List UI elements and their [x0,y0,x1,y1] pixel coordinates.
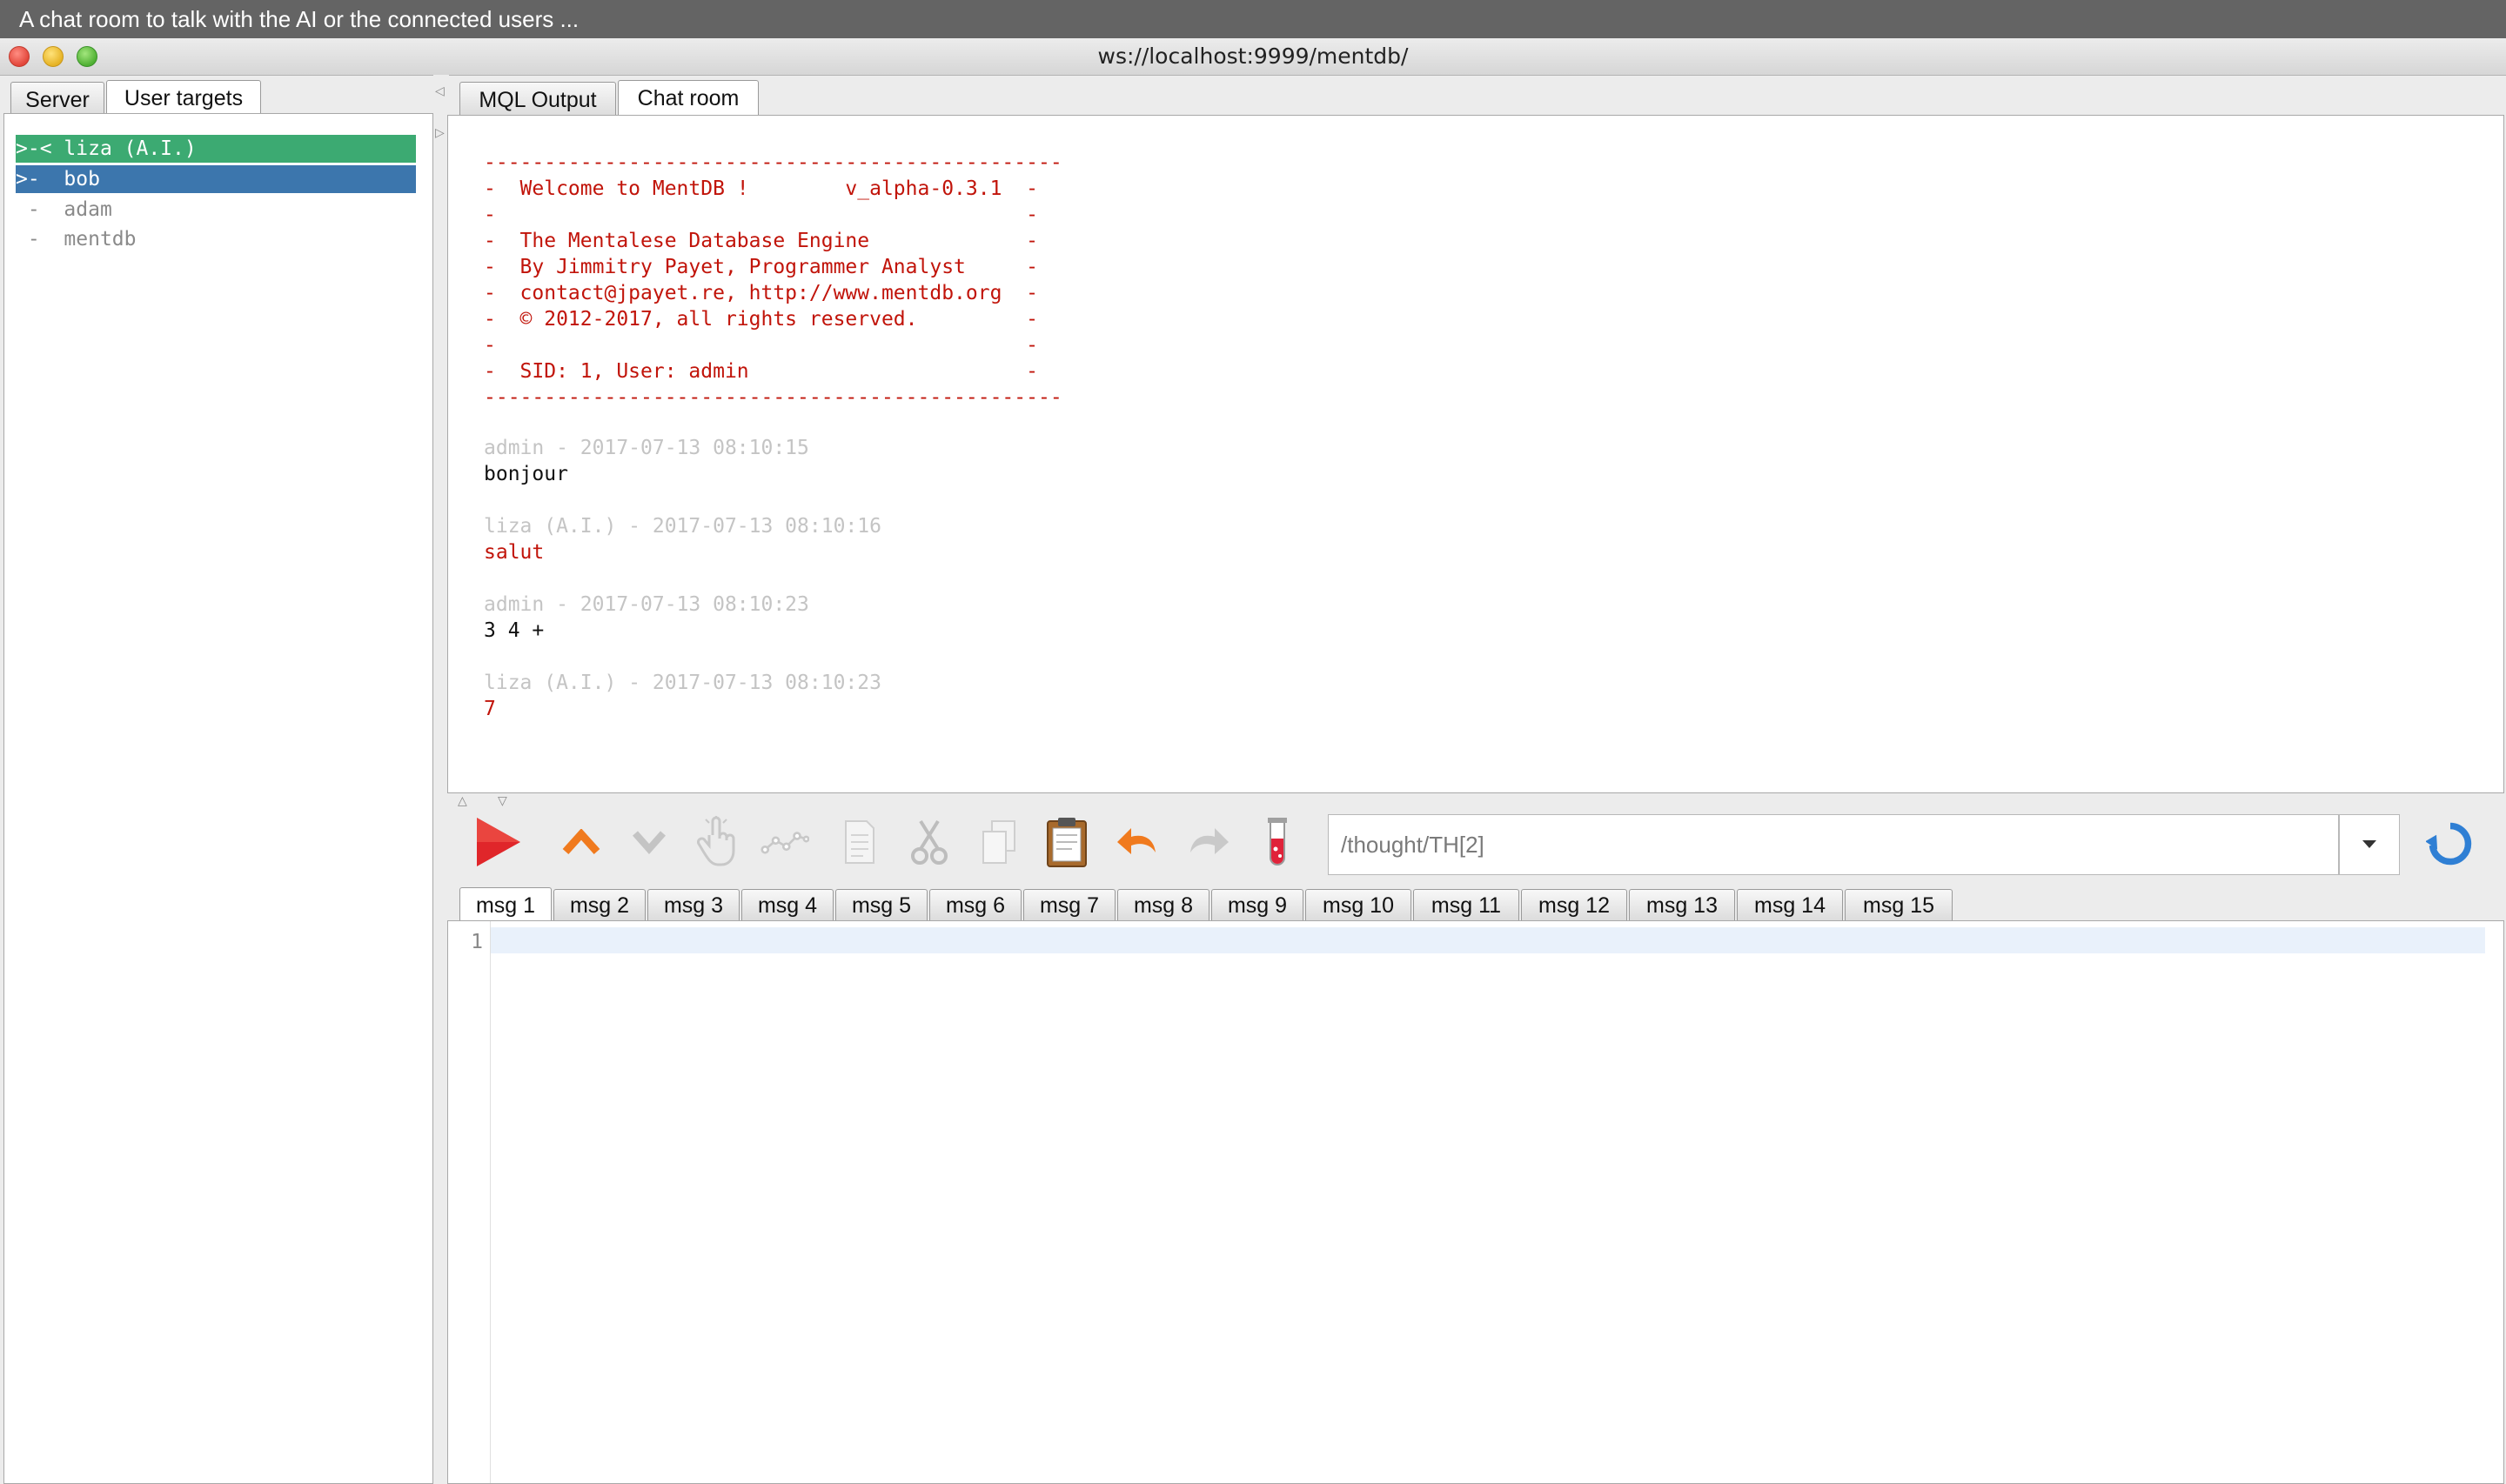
line-number: 1 [471,931,483,953]
message-meta: liza (A.I.) - 2017-07-13 08:10:16 [484,515,881,538]
tab-server[interactable]: Server [10,82,104,117]
redo-icon[interactable] [1183,818,1232,866]
tab-msg-6[interactable]: msg 6 [929,889,1022,920]
tooltip: A chat room to talk with the AI or the c… [0,0,2506,38]
message-meta: liza (A.I.) - 2017-07-13 08:10:23 [484,672,881,694]
collapse-left-arrow-icon[interactable]: ◁ [435,84,445,98]
expand-down-arrow-icon[interactable]: ▽ [498,793,507,808]
banner-line: ----------------------------------------… [484,151,1062,174]
user-name: adam [64,198,112,221]
banner-line: - - [484,334,1038,357]
move-down-icon[interactable] [625,818,673,866]
user-targets-panel [3,113,433,1484]
run-icon[interactable] [473,818,522,866]
user-prefix: >-< [16,137,52,160]
tab-msg-11[interactable]: msg 11 [1413,889,1519,920]
expand-right-arrow-icon[interactable]: ▷ [435,125,445,140]
paste-icon[interactable] [1042,818,1091,867]
tab-msg-5[interactable]: msg 5 [835,889,928,920]
user-item-bob[interactable]: >- bob [16,165,416,193]
banner-line: - © 2012-2017, all rights reserved. - [484,308,1038,331]
cut-icon[interactable] [905,818,954,866]
undo-icon[interactable] [1114,818,1163,866]
message-text: 7 [484,698,496,720]
title-bar: ws://localhost:9999/mentdb/ [0,38,2506,76]
tab-msg-10[interactable]: msg 10 [1305,889,1411,920]
tab-msg-1[interactable]: msg 1 [459,887,552,922]
banner-line: - The Mentalese Database Engine - [484,230,1038,252]
user-prefix: - [16,198,40,221]
collapse-up-arrow-icon[interactable]: △ [458,793,467,808]
tab-msg-7[interactable]: msg 7 [1023,889,1116,920]
thought-path-field[interactable]: /thought/TH[2] [1328,814,2339,875]
chevron-down-icon [2362,840,2376,848]
tab-msg-2[interactable]: msg 2 [553,889,646,920]
document-icon[interactable] [835,818,884,866]
move-up-icon[interactable] [557,818,606,866]
message-text: bonjour [484,463,568,485]
tab-msg-3[interactable]: msg 3 [647,889,740,920]
window-title: ws://localhost:9999/mentdb/ [1097,43,1409,69]
banner-line: - SID: 1, User: admin - [484,360,1038,383]
tab-mql-output[interactable]: MQL Output [459,82,616,117]
message-meta: admin - 2017-07-13 08:10:23 [484,593,809,616]
current-line-highlight[interactable] [491,927,2485,953]
message-text: salut [484,541,545,564]
message-editor[interactable] [447,920,2504,1484]
tab-msg-13[interactable]: msg 13 [1629,889,1735,920]
user-name: mentdb [64,228,137,251]
hand-pointer-icon[interactable] [694,816,743,866]
message-text: 3 4 + [484,619,545,642]
tab-msg-8[interactable]: msg 8 [1117,889,1209,920]
test-tube-icon[interactable] [1253,818,1302,866]
user-item-liza[interactable]: >-< liza (A.I.) [16,135,416,163]
banner-line: - - [484,204,1038,226]
banner-line: - By Jimmitry Payet, Programmer Analyst … [484,256,1038,278]
tab-chat-room[interactable]: Chat room [618,80,759,117]
graph-icon[interactable] [761,818,809,866]
user-prefix: - [16,228,40,251]
refresh-icon[interactable] [2426,819,2475,868]
user-name: bob [64,168,100,191]
banner-line: - Welcome to MentDB ! v_alpha-0.3.1 - [484,177,1038,200]
path-dropdown-button[interactable] [2339,814,2400,875]
user-prefix: >- [16,168,40,191]
tab-msg-9[interactable]: msg 9 [1211,889,1303,920]
copy-icon[interactable] [975,818,1023,866]
tab-msg-14[interactable]: msg 14 [1737,889,1843,920]
banner-line: ----------------------------------------… [484,386,1062,409]
banner-line: - contact@jpayet.re, http://www.mentdb.o… [484,282,1038,304]
tab-msg-15[interactable]: msg 15 [1845,889,1953,920]
user-name: liza (A.I.) [64,137,197,160]
line-number-gutter [448,921,491,1483]
message-meta: admin - 2017-07-13 08:10:15 [484,437,809,459]
user-item-adam[interactable]: - adam [16,196,416,224]
tab-msg-12[interactable]: msg 12 [1521,889,1627,920]
tab-msg-4[interactable]: msg 4 [741,889,834,920]
user-item-mentdb[interactable]: - mentdb [16,225,416,253]
tab-user-targets[interactable]: User targets [106,80,261,117]
